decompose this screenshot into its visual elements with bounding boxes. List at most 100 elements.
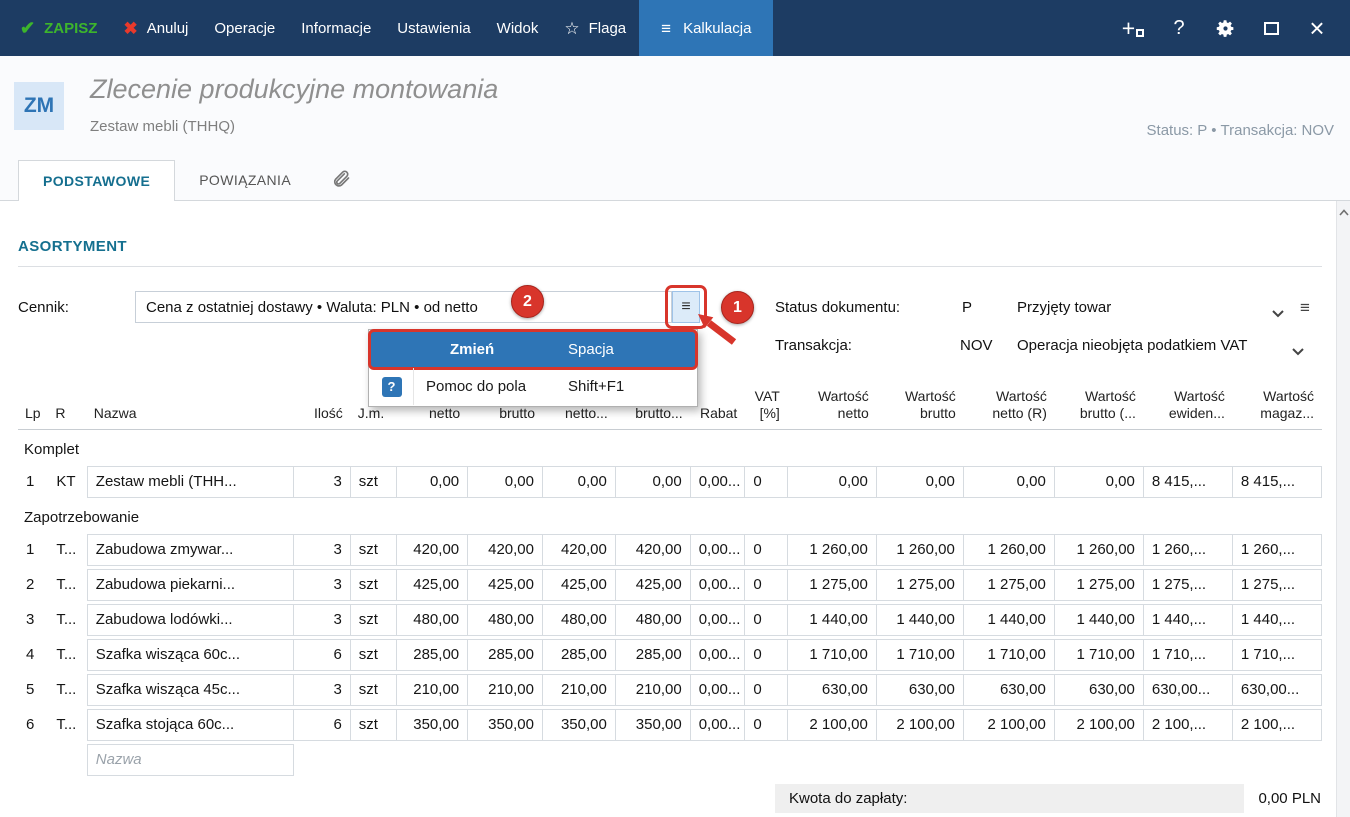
column-header-wartosc-brutto-r[interactable]: Wartość brutto (... — [1055, 386, 1144, 430]
table-row[interactable]: 5T...Szafka wisząca 45c...3szt210,00210,… — [18, 674, 1322, 706]
transakcja-code-field[interactable]: NOV — [960, 337, 993, 354]
cell-jm[interactable]: szt — [351, 674, 398, 706]
cell-nazwa[interactable]: Szafka stojąca 60c... — [87, 709, 294, 741]
cell-ilosc[interactable]: 3 — [294, 569, 351, 601]
cell-vat[interactable]: 0 — [745, 466, 787, 498]
cell-wartosc-brutto[interactable]: 1 440,00 — [877, 604, 964, 636]
cell-wartosc-netto[interactable]: 1 260,00 — [788, 534, 877, 566]
cell-wartosc-magazynowa[interactable]: 1 710,... — [1233, 639, 1322, 671]
cell-wartosc-ewidencyjna[interactable]: 1 440,... — [1144, 604, 1233, 636]
cell-cena-brutto-2[interactable]: 210,00 — [616, 674, 691, 706]
close-icon[interactable]: × — [1300, 11, 1334, 45]
cell-ilosc[interactable]: 6 — [294, 639, 351, 671]
cell-cena-brutto-2[interactable]: 285,00 — [616, 639, 691, 671]
kalkulacja-module-button[interactable]: ≡ Kalkulacja — [639, 0, 773, 56]
cell-wartosc-netto-r[interactable]: 2 100,00 — [964, 709, 1055, 741]
cell-cena-brutto[interactable]: 210,00 — [468, 674, 543, 706]
cell-cena-brutto[interactable]: 285,00 — [468, 639, 543, 671]
column-header-rabat[interactable]: Rabat — [691, 386, 746, 430]
cell-wartosc-netto-r[interactable]: 1 710,00 — [964, 639, 1055, 671]
cell-wartosc-brutto-r[interactable]: 1 440,00 — [1055, 604, 1144, 636]
cell-wartosc-ewidencyjna[interactable]: 1 275,... — [1144, 569, 1233, 601]
cell-jm[interactable]: szt — [351, 466, 398, 498]
cell-wartosc-ewidencyjna[interactable]: 1 260,... — [1144, 534, 1233, 566]
help-icon[interactable]: ? — [1162, 11, 1196, 45]
transakcja-text-field[interactable]: Operacja nieobjęta podatkiem VAT — [1017, 337, 1247, 354]
menu-item-zmien[interactable]: Zmień Spacja — [370, 331, 696, 368]
cell-wartosc-brutto[interactable]: 0,00 — [877, 466, 964, 498]
column-header-wartosc-magazynowa[interactable]: Wartość magaz... — [1233, 386, 1322, 430]
cell-nazwa[interactable]: Zabudowa lodówki... — [87, 604, 294, 636]
cell-jm[interactable]: szt — [351, 709, 398, 741]
table-row[interactable]: 6T...Szafka stojąca 60c...6szt350,00350,… — [18, 709, 1322, 741]
cell-cena-brutto-2[interactable]: 420,00 — [616, 534, 691, 566]
cell-nazwa[interactable]: Szafka wisząca 60c... — [87, 639, 294, 671]
cell-cena-netto[interactable]: 210,00 — [397, 674, 468, 706]
cell-ilosc[interactable]: 3 — [294, 674, 351, 706]
status-code-field[interactable]: P — [962, 299, 972, 316]
menu-widok[interactable]: Widok — [484, 0, 552, 56]
column-header-wartosc-netto-r[interactable]: Wartość netto (R) — [964, 386, 1055, 430]
cell-wartosc-brutto[interactable]: 1 710,00 — [877, 639, 964, 671]
table-row[interactable]: 4T...Szafka wisząca 60c...6szt285,00285,… — [18, 639, 1322, 671]
cell-wartosc-magazynowa[interactable]: 630,00... — [1233, 674, 1322, 706]
cell-rabat[interactable]: 0,00... — [691, 604, 746, 636]
cell-wartosc-netto[interactable]: 0,00 — [788, 466, 877, 498]
cell-rabat[interactable]: 0,00... — [691, 466, 746, 498]
save-button[interactable]: ✔ ZAPISZ — [0, 0, 110, 56]
cell-nazwa[interactable]: Zabudowa piekarni... — [87, 569, 294, 601]
cell-ilosc[interactable]: 3 — [294, 534, 351, 566]
cell-wartosc-netto[interactable]: 630,00 — [788, 674, 877, 706]
cell-wartosc-netto[interactable]: 1 710,00 — [788, 639, 877, 671]
cell-wartosc-ewidencyjna[interactable]: 1 710,... — [1144, 639, 1233, 671]
cell-cena-brutto-2[interactable]: 0,00 — [616, 466, 691, 498]
maximize-icon[interactable] — [1254, 11, 1288, 45]
column-header-ilosc[interactable]: Ilość — [294, 386, 351, 430]
cell-wartosc-brutto-r[interactable]: 2 100,00 — [1055, 709, 1144, 741]
cell-vat[interactable]: 0 — [745, 534, 787, 566]
column-header-r[interactable]: R — [48, 386, 86, 430]
cell-vat[interactable]: 0 — [745, 639, 787, 671]
cell-vat[interactable]: 0 — [745, 709, 787, 741]
cell-cena-brutto[interactable]: 0,00 — [468, 466, 543, 498]
cell-wartosc-brutto-r[interactable]: 1 275,00 — [1055, 569, 1144, 601]
status-menu-icon[interactable]: ≡ — [1300, 298, 1310, 318]
cell-jm[interactable]: szt — [351, 604, 398, 636]
flag-button[interactable]: ☆ Flaga — [551, 0, 639, 56]
cell-cena-netto[interactable]: 480,00 — [397, 604, 468, 636]
cennik-field[interactable]: Cena z ostatniej dostawy • Waluta: PLN •… — [135, 291, 672, 323]
cell-nazwa[interactable]: Szafka wisząca 45c... — [87, 674, 294, 706]
cell-cena-netto[interactable]: 425,00 — [397, 569, 468, 601]
column-header-nazwa[interactable]: Nazwa — [87, 386, 294, 430]
column-header-lp[interactable]: Lp — [18, 386, 48, 430]
cell-cena-netto-2[interactable]: 350,00 — [543, 709, 616, 741]
column-header-vat[interactable]: VAT [%] — [745, 386, 787, 430]
cell-wartosc-ewidencyjna[interactable]: 2 100,... — [1144, 709, 1233, 741]
vertical-scrollbar[interactable] — [1336, 201, 1350, 817]
cell-wartosc-brutto-r[interactable]: 0,00 — [1055, 466, 1144, 498]
cell-wartosc-magazynowa[interactable]: 8 415,... — [1233, 466, 1322, 498]
table-row[interactable]: 1T...Zabudowa zmywar...3szt420,00420,004… — [18, 534, 1322, 566]
cell-wartosc-netto-r[interactable]: 1 275,00 — [964, 569, 1055, 601]
cancel-button[interactable]: ✖ Anuluj — [110, 0, 201, 56]
cell-wartosc-brutto[interactable]: 1 260,00 — [877, 534, 964, 566]
cell-wartosc-netto-r[interactable]: 1 260,00 — [964, 534, 1055, 566]
cell-ilosc[interactable]: 6 — [294, 709, 351, 741]
cell-cena-netto[interactable]: 0,00 — [397, 466, 468, 498]
table-row[interactable]: 2T...Zabudowa piekarni...3szt425,00425,0… — [18, 569, 1322, 601]
new-item-name-input[interactable] — [96, 751, 285, 768]
cell-cena-brutto[interactable]: 350,00 — [468, 709, 543, 741]
cell-cena-netto[interactable]: 285,00 — [397, 639, 468, 671]
cell-cena-brutto[interactable]: 425,00 — [468, 569, 543, 601]
cell-cena-netto-2[interactable]: 480,00 — [543, 604, 616, 636]
cell-jm[interactable]: szt — [351, 534, 398, 566]
column-header-wartosc-brutto[interactable]: Wartość brutto — [877, 386, 964, 430]
cell-vat[interactable]: 0 — [745, 569, 787, 601]
cell-cena-brutto-2[interactable]: 425,00 — [616, 569, 691, 601]
cell-rabat[interactable]: 0,00... — [691, 674, 746, 706]
add-window-icon[interactable]: + — [1116, 11, 1150, 45]
chevron-down-icon[interactable] — [1272, 305, 1284, 323]
cell-vat[interactable]: 0 — [745, 604, 787, 636]
cell-jm[interactable]: szt — [351, 639, 398, 671]
cell-nazwa[interactable]: Zabudowa zmywar... — [87, 534, 294, 566]
